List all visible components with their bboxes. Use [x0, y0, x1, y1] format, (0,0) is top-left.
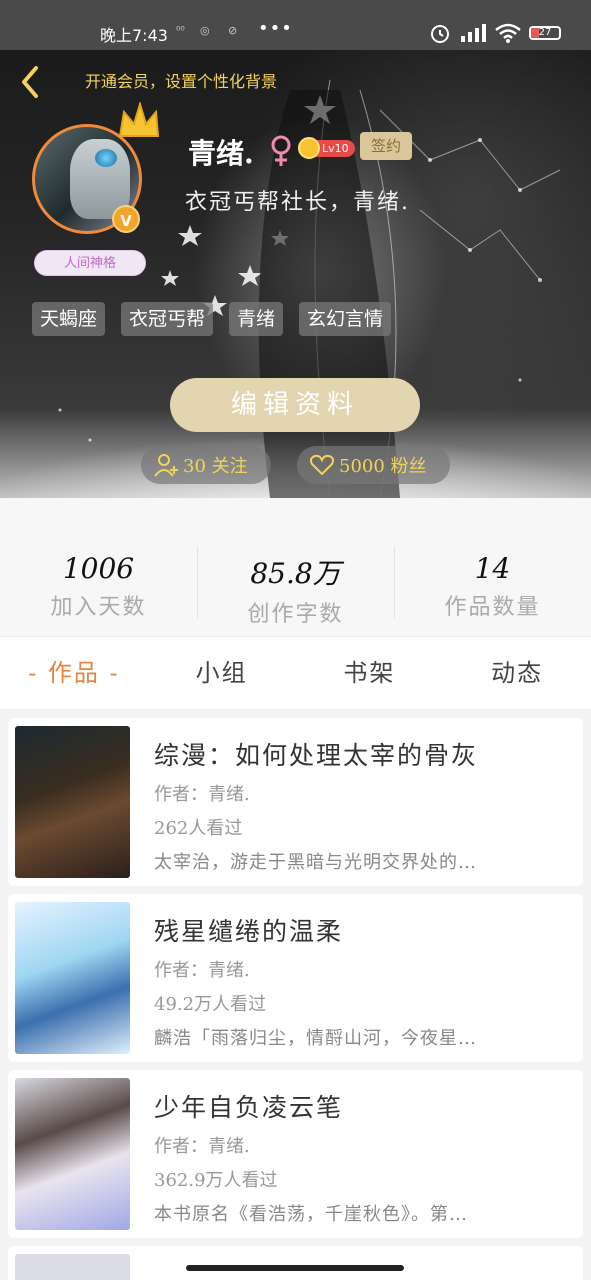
tag-group[interactable]: 衣冠丐帮 [121, 302, 214, 336]
stats-panel: 1006 加入天数 85.8万 创作字数 14 作品数量 [0, 498, 591, 636]
signal-icon [461, 24, 486, 42]
stat-words: 85.8万 创作字数 [197, 498, 394, 636]
home-indicator[interactable] [186, 1265, 404, 1271]
vip-background-link[interactable]: 开通会员，设置个性化背景 [85, 68, 277, 92]
stat-label: 作品数量 [444, 595, 541, 620]
book-description: 本书原名《看浩荡，千崖秋色》。第… [154, 1204, 468, 1225]
tag-name[interactable]: 青绪 [229, 302, 284, 336]
following-count: 30 关注 [183, 456, 248, 477]
tab-activity[interactable]: 动态 [443, 637, 591, 709]
book-views: 362.9万人看过 [154, 1170, 278, 1191]
book-cover [15, 726, 130, 878]
crown-icon [118, 102, 160, 137]
book-description: 麟浩「雨落归尘，情酹山河，今夜星… [154, 1028, 477, 1049]
tag-zodiac[interactable]: 天蝎座 [32, 302, 106, 336]
tab-groups[interactable]: 小组 [148, 637, 296, 709]
book-views: 262人看过 [154, 818, 243, 839]
book-card[interactable]: 少年自负凌云笔 作者：青绪. 362.9万人看过 本书原名《看浩荡，千崖秋色》。… [8, 1070, 583, 1238]
tab-works[interactable]: - 作品 - [0, 637, 148, 709]
tag-list: 天蝎座 衣冠丐帮 青绪 玄幻言情 [32, 302, 392, 336]
battery-level: 27 [538, 27, 552, 38]
verified-v-badge: V [112, 205, 140, 233]
profile-tabs: - 作品 - 小组 书架 动态 [0, 636, 591, 710]
book-card[interactable]: 残星缱绻的温柔 作者：青绪. 49.2万人看过 麟浩「雨落归尘，情酹山河，今夜星… [8, 894, 583, 1062]
status-bar: 晚上7:43 ⁰⁰ ◎ ⊘ ••• 27 [0, 0, 591, 50]
stat-value: 85.8万 [250, 557, 341, 590]
alarm-small-icon: ◎ [200, 24, 210, 37]
stat-works: 14 作品数量 [394, 498, 591, 636]
stat-label: 加入天数 [50, 595, 147, 620]
book-author: 作者：青绪. [154, 784, 250, 805]
book-cover [15, 902, 130, 1054]
signed-badge: 签约 [360, 132, 412, 160]
battery-icon: 27 [529, 26, 561, 40]
title-badge: 人间神格 [34, 250, 146, 276]
book-description: 太宰治，游走于黑暗与光明交界处的… [154, 852, 477, 873]
heart-icon [310, 454, 334, 476]
fans-count: 5000 粉丝 [339, 456, 427, 477]
wifi-icon [495, 23, 521, 43]
status-time: 晚上7:43 [100, 26, 168, 45]
book-title: 残星缱绻的温柔 [154, 917, 344, 946]
more-notifications-icon: ••• [258, 18, 293, 39]
book-cover [15, 1254, 130, 1280]
crown-coin-icon [298, 137, 320, 159]
book-author: 作者：青绪. [154, 1136, 250, 1157]
book-card[interactable]: 综漫：如何处理太宰的骨灰 作者：青绪. 262人看过 太宰治，游走于黑暗与光明交… [8, 718, 583, 886]
stat-days: 1006 加入天数 [0, 498, 197, 636]
tag-genre[interactable]: 玄幻言情 [299, 302, 392, 336]
alarm-icon [431, 25, 449, 43]
fans-button[interactable]: 5000 粉丝 [297, 446, 450, 484]
avatar-eye [95, 149, 117, 167]
following-button[interactable]: 30 关注 [141, 446, 271, 484]
book-views: 49.2万人看过 [154, 994, 267, 1015]
username: 青绪. [188, 137, 254, 170]
profile-header: 开通会员，设置个性化背景 V 人间神格 青绪. Lv10 签约 衣冠丐帮社长，青… [0, 50, 591, 498]
bio: 衣冠丐帮社长，青绪. [185, 190, 410, 215]
book-list: 综漫：如何处理太宰的骨灰 作者：青绪. 262人看过 太宰治，游走于黑暗与光明交… [8, 718, 583, 1280]
stat-value: 14 [474, 552, 511, 585]
book-card[interactable] [8, 1246, 583, 1280]
level-badge: Lv10 [298, 136, 355, 160]
female-gender-icon [271, 135, 291, 166]
book-cover [15, 1078, 130, 1230]
book-title: 综漫：如何处理太宰的骨灰 [154, 741, 479, 770]
back-button[interactable] [14, 62, 46, 102]
tab-bookshelf[interactable]: 书架 [296, 637, 444, 709]
do-not-disturb-icon: ⊘ [228, 24, 238, 37]
book-title: 少年自负凌云笔 [154, 1093, 344, 1122]
notification-icon: ⁰⁰ [176, 24, 185, 37]
user-add-icon [154, 454, 178, 477]
edit-profile-button[interactable]: 编辑资料 [170, 378, 420, 432]
stat-value: 1006 [62, 552, 135, 585]
stat-label: 创作字数 [247, 602, 344, 627]
book-author: 作者：青绪. [154, 960, 250, 981]
